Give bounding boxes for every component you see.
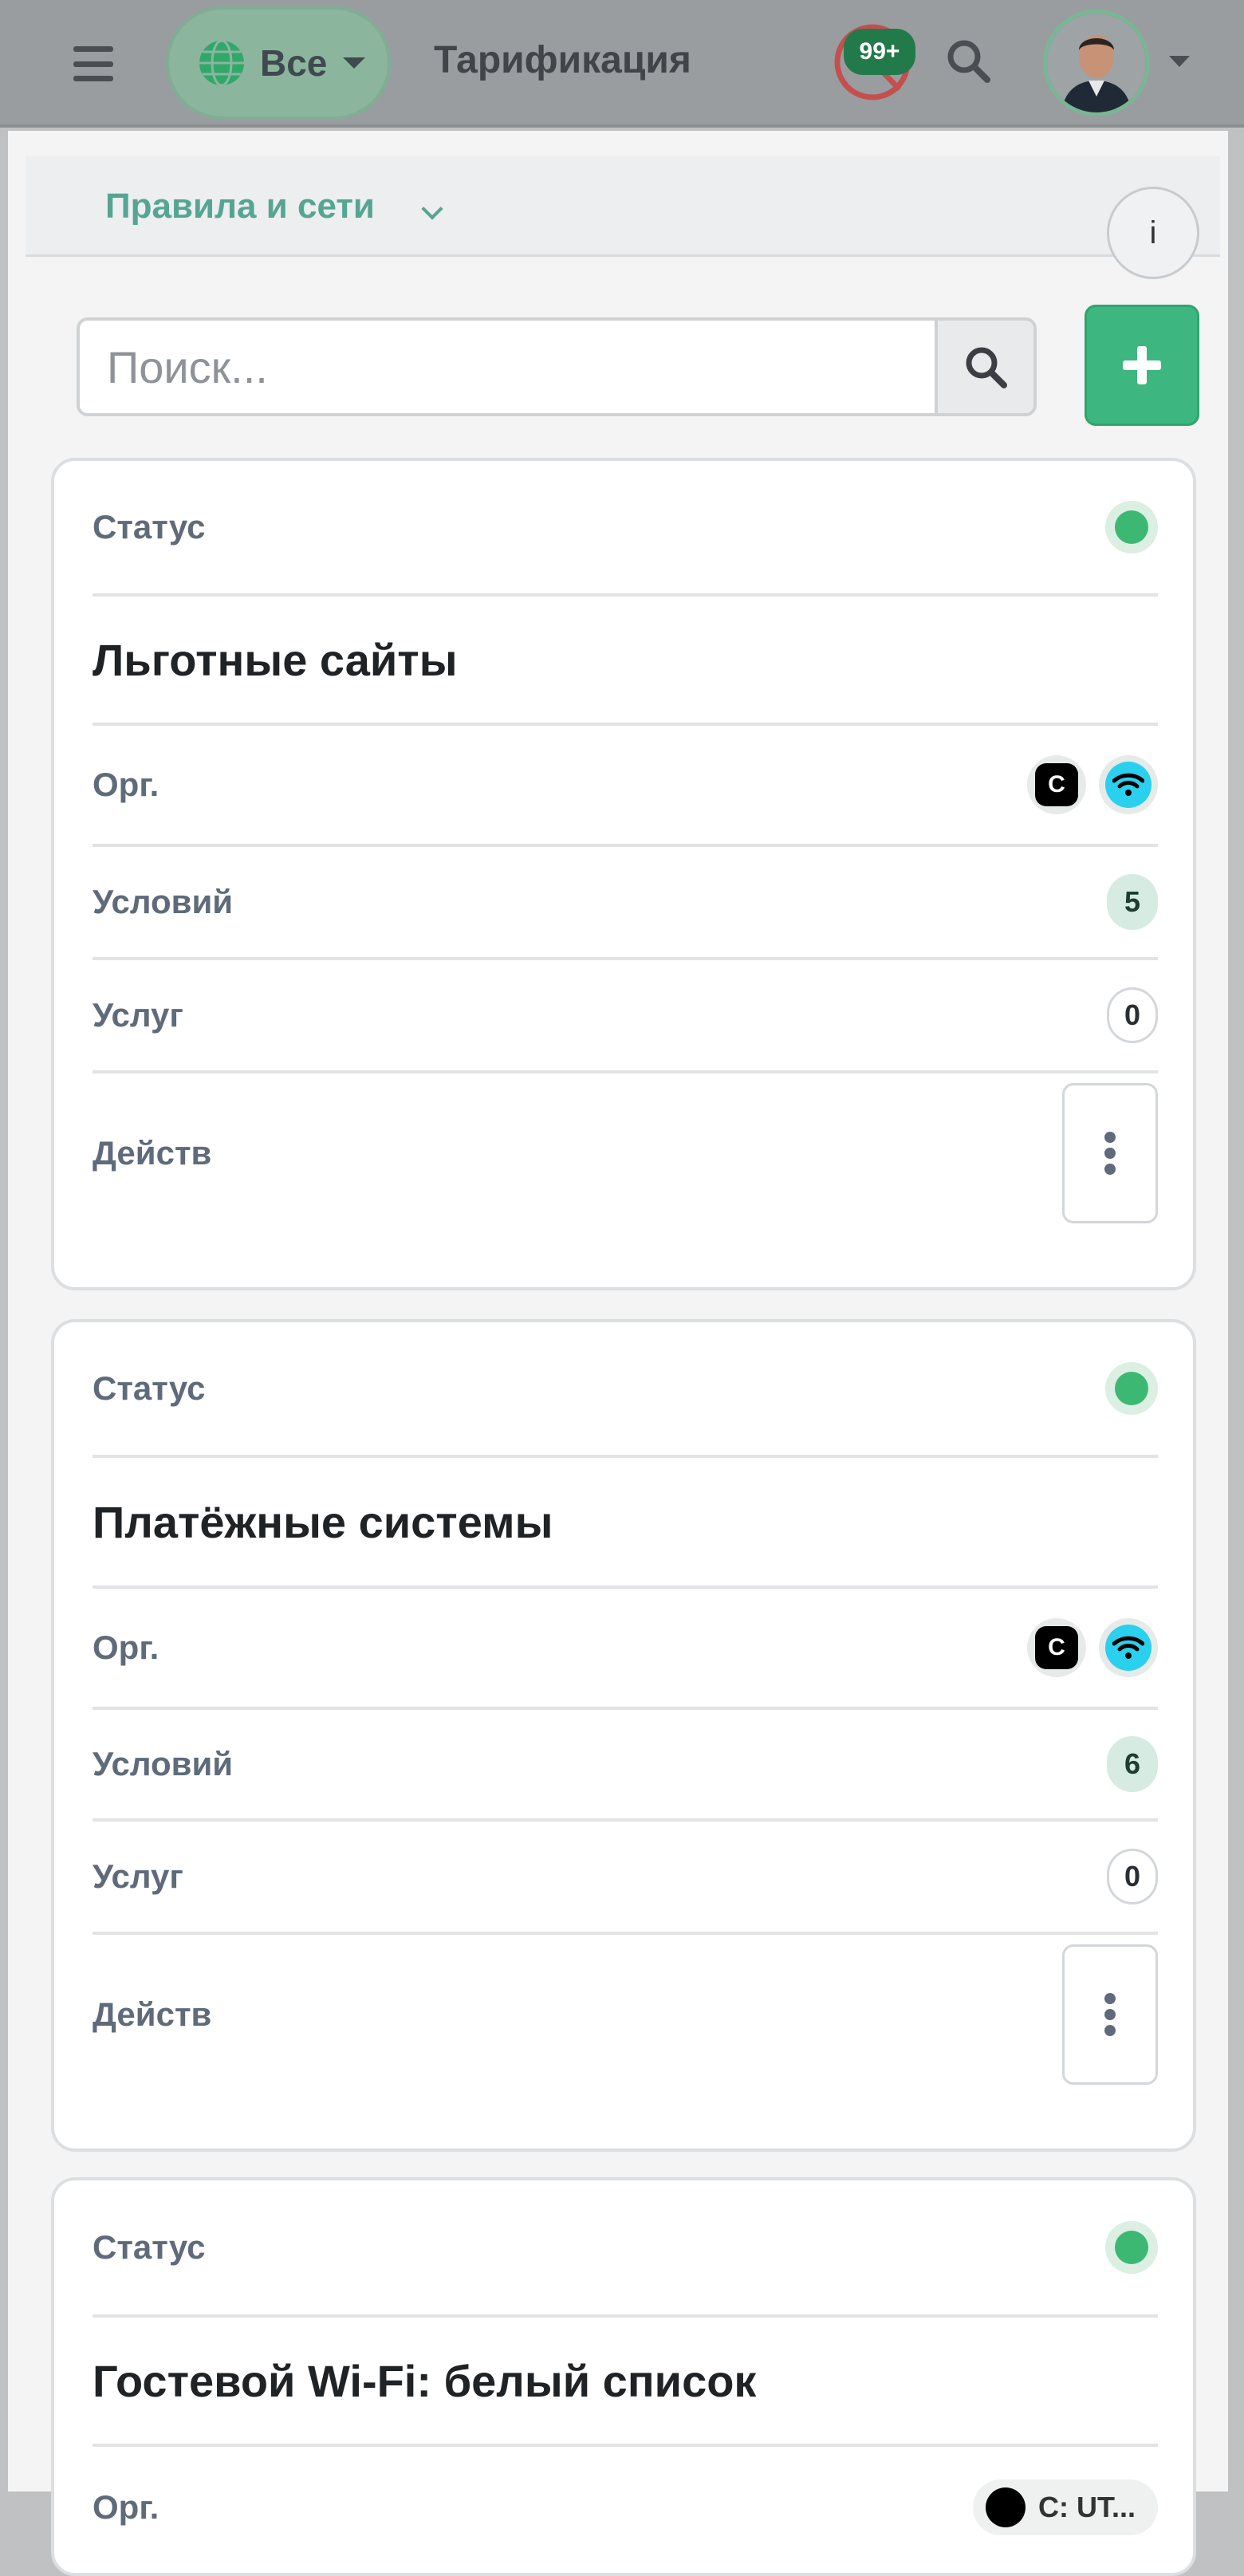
- search-button[interactable]: [935, 321, 1033, 413]
- notifications-badge: 99+: [844, 29, 915, 75]
- wifi-icon: [1112, 1636, 1144, 1659]
- globe-icon: [199, 39, 244, 87]
- status-row: Статус: [93, 2180, 1158, 2318]
- conditions-row: Условий 5: [93, 847, 1158, 960]
- org-pill-label: C: UT...: [1038, 2491, 1136, 2523]
- search-box: [77, 317, 1037, 416]
- status-label: Статус: [93, 1369, 206, 1407]
- scope-selector[interactable]: Все: [166, 6, 391, 120]
- user-photo: [1047, 14, 1146, 112]
- avatar-menu-chevron-icon[interactable]: [1169, 56, 1190, 67]
- status-active-icon: [1105, 1362, 1158, 1415]
- actions-row: Действ: [93, 1073, 1158, 1233]
- org-icons: C: [1027, 755, 1158, 814]
- status-active-icon: [1105, 2221, 1158, 2274]
- services-row: Услуг 0: [93, 960, 1158, 1073]
- org-label: Орг.: [93, 766, 159, 803]
- chevron-down-icon[interactable]: [421, 198, 443, 220]
- org-row: Орг. C: [93, 1589, 1158, 1710]
- org-label: Орг.: [93, 1629, 159, 1666]
- menu-icon[interactable]: [73, 46, 113, 81]
- top-navbar: Все Тарификация 99+: [0, 0, 1244, 128]
- more-actions-button[interactable]: [1062, 1083, 1158, 1223]
- info-button[interactable]: i: [1107, 187, 1199, 279]
- section-header: Правила и сети i: [26, 156, 1220, 279]
- conditions-count[interactable]: 6: [1107, 1736, 1158, 1792]
- content-panel: Правила и сети i Статус Льготные сайты О…: [8, 131, 1228, 2576]
- services-label: Услуг: [93, 1857, 183, 1895]
- avatar[interactable]: [1043, 10, 1150, 116]
- status-active-icon: [1105, 501, 1158, 553]
- name-row: Льготные сайты: [93, 597, 1158, 726]
- org-icons: C: [1027, 1618, 1158, 1677]
- rule-name[interactable]: Платёжные системы: [93, 1496, 553, 1548]
- actions-row: Действ: [93, 1935, 1158, 2094]
- services-row: Услуг 0: [93, 1822, 1158, 1935]
- search-input[interactable]: [80, 321, 938, 413]
- status-label: Статус: [93, 2228, 206, 2266]
- search-icon[interactable]: [944, 37, 992, 85]
- status-row: Статус: [93, 1322, 1158, 1458]
- org-c-icon[interactable]: C: [1027, 755, 1086, 814]
- page-title: Тарификация: [434, 39, 691, 81]
- plus-icon: [1123, 346, 1161, 384]
- services-count[interactable]: 0: [1107, 987, 1158, 1043]
- org-label: Орг.: [93, 2488, 159, 2526]
- services-count[interactable]: 0: [1107, 1849, 1158, 1904]
- rule-card: Статус Льготные сайты Орг. C Условий 5 У…: [51, 458, 1196, 1290]
- add-rule-button[interactable]: [1085, 305, 1199, 426]
- conditions-label: Условий: [93, 883, 234, 920]
- org-c-icon[interactable]: C: [1027, 1618, 1086, 1677]
- name-row: Платёжные системы: [93, 1458, 1158, 1589]
- org-c-icon: [986, 2487, 1026, 2527]
- scope-label: Все: [260, 42, 328, 84]
- actions-label: Действ: [93, 1134, 212, 1172]
- org-row: Орг. C: [93, 726, 1158, 847]
- rule-card: Статус Платёжные системы Орг. C Условий …: [51, 1319, 1196, 2152]
- org-wifi-icon[interactable]: [1099, 1618, 1158, 1677]
- rule-name[interactable]: Гостевой Wi-Fi: белый список: [93, 2355, 756, 2407]
- services-label: Услуг: [93, 996, 183, 1034]
- conditions-count[interactable]: 5: [1107, 874, 1158, 930]
- org-row: Орг. C: UT...: [93, 2447, 1158, 2568]
- wifi-icon: [1112, 773, 1144, 796]
- status-row: Статус: [93, 461, 1158, 597]
- conditions-row: Условий 6: [93, 1710, 1158, 1822]
- actions-label: Действ: [93, 1995, 212, 2033]
- rule-card: Статус Гостевой Wi-Fi: белый список Орг.…: [51, 2177, 1196, 2576]
- status-label: Статус: [93, 508, 206, 546]
- chevron-down-icon: [343, 57, 366, 69]
- conditions-label: Условий: [93, 1745, 234, 1782]
- search-icon: [966, 347, 1007, 388]
- org-wifi-icon[interactable]: [1099, 755, 1158, 814]
- name-row: Гостевой Wi-Fi: белый список: [93, 2318, 1158, 2447]
- more-actions-button[interactable]: [1062, 1944, 1158, 2085]
- rule-name[interactable]: Льготные сайты: [93, 634, 458, 686]
- section-title-dropdown[interactable]: Правила и сети: [105, 187, 375, 226]
